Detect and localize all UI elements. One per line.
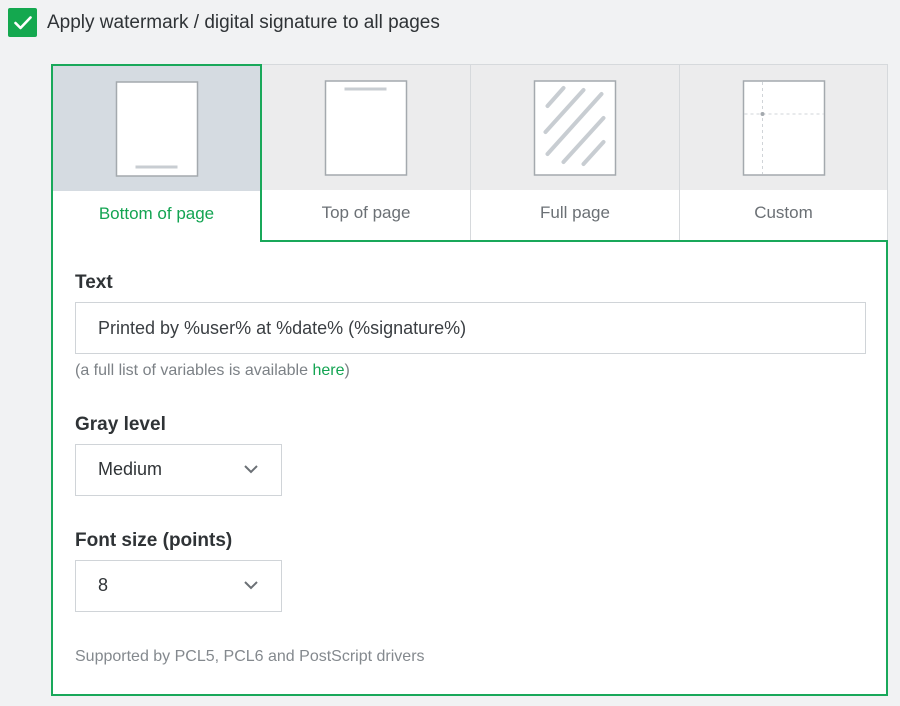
gray-level-value: Medium [98, 459, 163, 479]
hint-text: (a full list of variables is available [75, 362, 313, 379]
tab-thumbnail [680, 65, 887, 190]
settings-body: Text (a full list of variables is availa… [51, 240, 888, 696]
font-size-label: Font size (points) [75, 530, 233, 551]
chevron-down-icon [244, 465, 258, 474]
tab-full-page[interactable]: Full page [471, 64, 680, 242]
page-custom-icon [742, 80, 825, 176]
apply-watermark-row[interactable]: Apply watermark / digital signature to a… [8, 8, 440, 37]
font-size-select[interactable]: 8 [75, 560, 282, 612]
tab-bottom-of-page[interactable]: Bottom of page [51, 64, 262, 242]
page-full-icon [533, 80, 617, 176]
tab-top-of-page[interactable]: Top of page [262, 64, 471, 242]
page-top-icon [324, 80, 408, 176]
tab-thumbnail [471, 65, 679, 190]
variables-hint: (a full list of variables is available h… [75, 362, 350, 380]
position-tabs: Bottom of page Top of page Full page Cus… [51, 64, 888, 242]
watermark-settings-panel: Bottom of page Top of page Full page Cus… [51, 64, 888, 696]
tab-thumbnail [53, 66, 260, 191]
tab-thumbnail [262, 65, 470, 190]
tab-label: Full page [540, 203, 610, 222]
checkmark-icon [13, 15, 32, 29]
tab-custom[interactable]: Custom [680, 64, 888, 242]
page-bottom-icon [115, 81, 198, 177]
gray-level-label: Gray level [75, 414, 166, 435]
variables-help-link[interactable]: here [312, 362, 344, 379]
driver-support-note: Supported by PCL5, PCL6 and PostScript d… [75, 648, 425, 665]
hint-text-end: ) [344, 362, 350, 379]
tab-label: Top of page [321, 203, 411, 222]
tab-label: Bottom of page [98, 204, 215, 223]
apply-watermark-checkbox[interactable] [8, 8, 37, 37]
tab-label: Custom [754, 203, 813, 222]
font-size-value: 8 [98, 575, 109, 595]
watermark-text-input[interactable] [75, 302, 866, 354]
apply-watermark-label: Apply watermark / digital signature to a… [47, 11, 440, 33]
gray-level-select[interactable]: Medium [75, 444, 282, 496]
text-field-label: Text [75, 272, 113, 293]
chevron-down-icon [244, 581, 258, 590]
